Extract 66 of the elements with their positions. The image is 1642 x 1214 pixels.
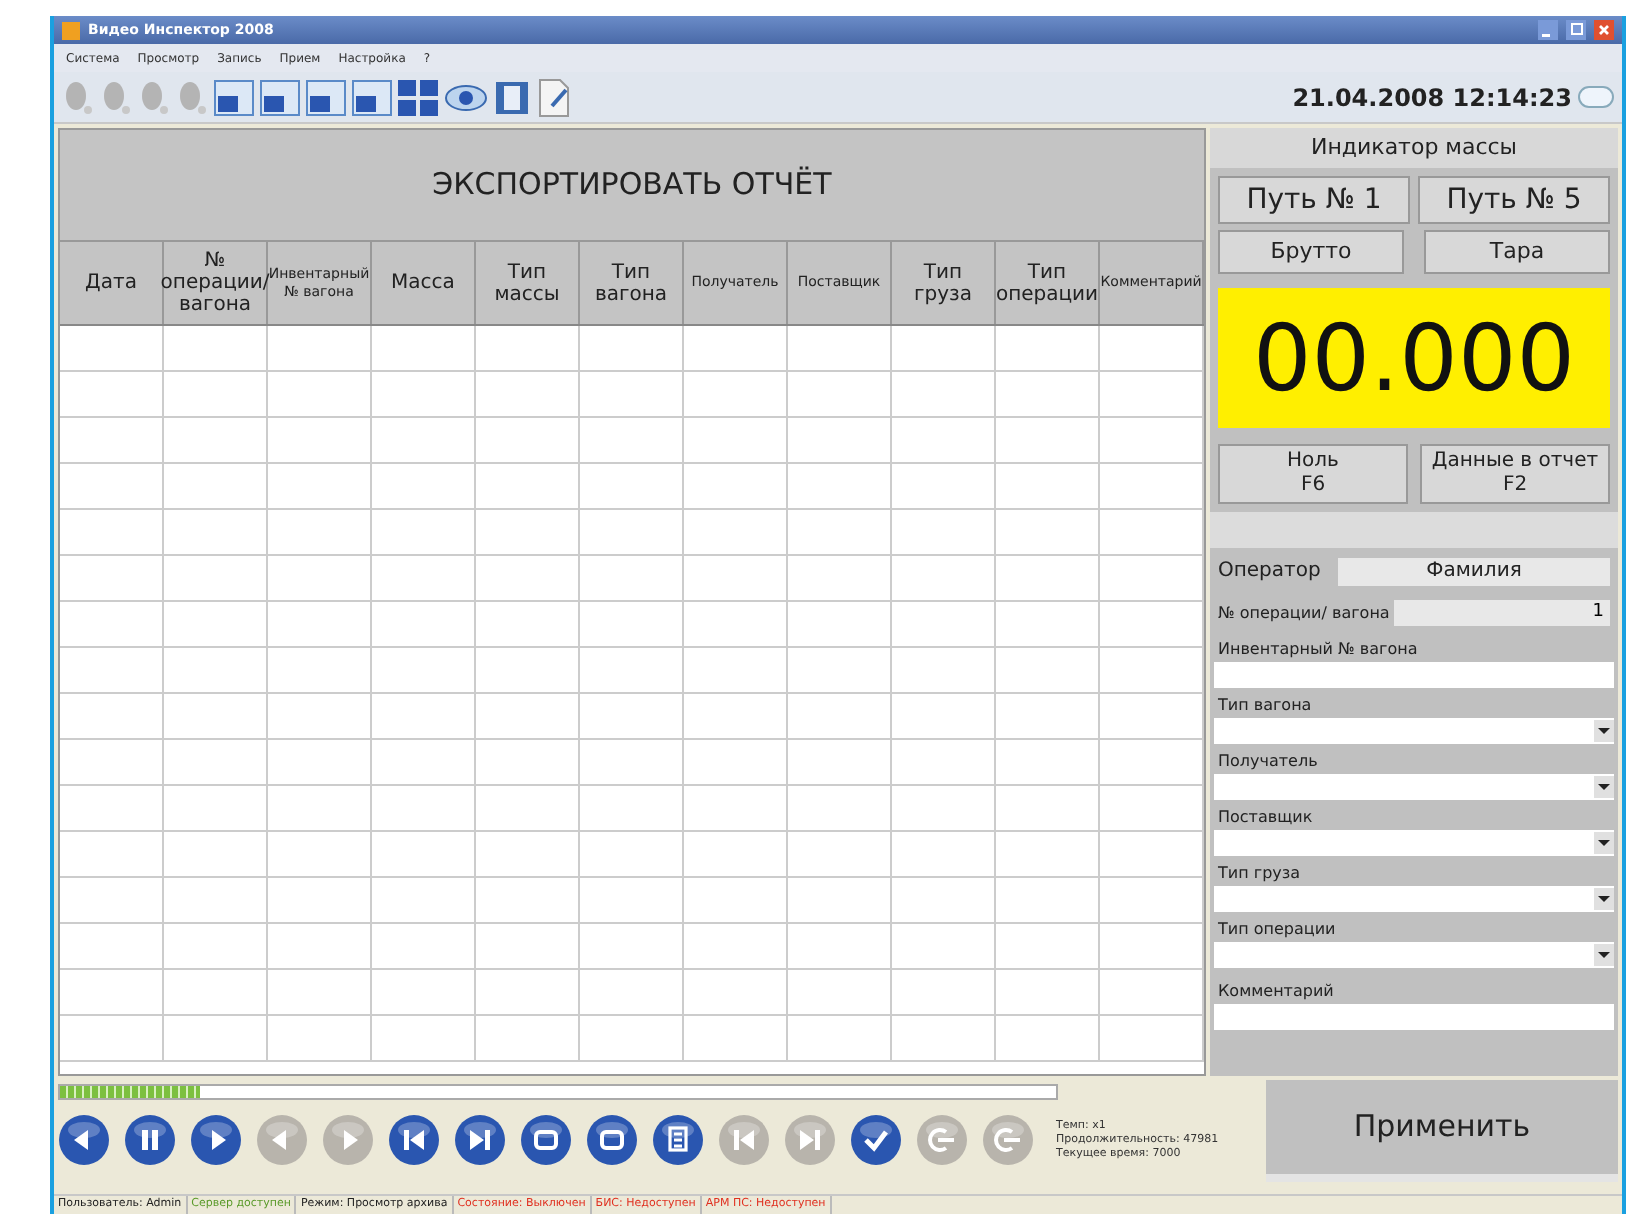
export-report-button[interactable]: ЭКСПОРТИРОВАТЬ ОТЧЁТ: [60, 130, 1204, 242]
field-label: Комментарий: [1216, 980, 1336, 1004]
operator-field[interactable]: Фамилия: [1338, 557, 1610, 585]
panel-title: Индикатор массы: [1210, 128, 1618, 168]
minimize-icon[interactable]: [1538, 20, 1558, 40]
action-button[interactable]: Данные в отчет F2: [1420, 444, 1610, 504]
column-header: Тип вагона: [580, 242, 684, 324]
dropdown-field[interactable]: [1214, 830, 1614, 856]
caret-icon: [1594, 832, 1614, 854]
caret-icon: [1594, 776, 1614, 798]
field-label: Тип операции: [1216, 918, 1338, 942]
field-label: Поставщик: [1216, 806, 1315, 830]
dropdown-field[interactable]: [1214, 774, 1614, 800]
document-icon[interactable]: [536, 77, 572, 117]
input-field[interactable]: [1214, 662, 1614, 688]
field-label: Инвентарный № вагона: [1216, 638, 1420, 662]
camera-icon[interactable]: [138, 79, 170, 115]
eye-icon[interactable]: [444, 81, 488, 113]
layout-icon[interactable]: [352, 79, 392, 115]
dropdown-field[interactable]: [1214, 942, 1614, 968]
field-label: Получатель: [1216, 750, 1320, 774]
playback-button[interactable]: [652, 1114, 704, 1166]
input-field[interactable]: [1214, 1004, 1614, 1030]
action-button[interactable]: Ноль F6: [1218, 444, 1408, 504]
app-icon: [62, 21, 80, 39]
field-label: Тип вагона: [1216, 694, 1314, 718]
date-time: 21.04.2008 12:14:23: [1292, 81, 1572, 115]
grid-icon[interactable]: [398, 79, 438, 115]
column-header: № операции/ вагона: [164, 242, 268, 324]
playback-button[interactable]: [454, 1114, 506, 1166]
field-label: Тип груза: [1216, 862, 1303, 886]
clock-badge-icon: [1578, 86, 1614, 108]
track-button[interactable]: Путь № 5: [1418, 176, 1610, 224]
playback-button[interactable]: [586, 1114, 638, 1166]
caret-icon: [1594, 888, 1614, 910]
film-icon[interactable]: [494, 79, 530, 115]
dropdown-field[interactable]: [1214, 886, 1614, 912]
layout-icon[interactable]: [260, 79, 300, 115]
mode-button[interactable]: Тара: [1424, 230, 1610, 274]
weight-display: 00.000: [1218, 288, 1610, 428]
dropdown-field[interactable]: [1214, 718, 1614, 744]
counter-field[interactable]: 1: [1393, 600, 1610, 626]
layout-icon[interactable]: [214, 79, 254, 115]
apply-button[interactable]: Применить: [1266, 1080, 1618, 1182]
column-header: Тип массы: [476, 242, 580, 324]
playback-button[interactable]: [190, 1114, 242, 1166]
playback-button[interactable]: [850, 1114, 902, 1166]
playback-button[interactable]: [124, 1114, 176, 1166]
column-header: Масса: [372, 242, 476, 324]
column-header: Дата: [60, 242, 164, 324]
track-button[interactable]: Путь № 1: [1218, 176, 1410, 224]
playback-button[interactable]: [520, 1114, 572, 1166]
column-header: Тип груза: [892, 242, 996, 324]
mode-button[interactable]: Брутто: [1218, 230, 1404, 274]
caret-icon: [1594, 720, 1614, 742]
camera-icon[interactable]: [62, 79, 94, 115]
playback-button[interactable]: [388, 1114, 440, 1166]
close-icon[interactable]: [1594, 20, 1614, 40]
field-label: № операции/ вагона: [1218, 601, 1390, 625]
field-label: Оператор: [1218, 558, 1323, 586]
camera-icon[interactable]: [100, 79, 132, 115]
maximize-icon[interactable]: [1566, 20, 1586, 40]
layout-icon[interactable]: [306, 79, 346, 115]
playback-button[interactable]: [58, 1114, 110, 1166]
caret-icon: [1594, 944, 1614, 966]
column-header: Тип операции: [996, 242, 1100, 324]
